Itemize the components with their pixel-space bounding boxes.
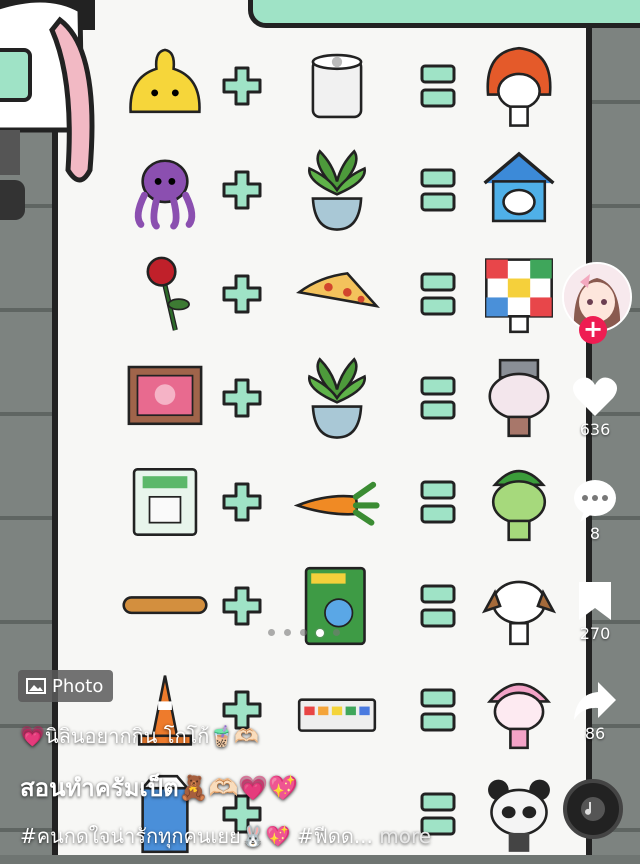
result-character xyxy=(474,660,564,760)
result-character xyxy=(474,244,564,344)
checkered-box-character-art xyxy=(485,258,553,334)
equals-icon xyxy=(420,270,456,318)
recipe-row xyxy=(120,348,560,448)
panda-character-art xyxy=(488,779,550,852)
carrot-art xyxy=(294,481,380,526)
bookmark-button[interactable]: 270 xyxy=(560,580,630,643)
music-disc[interactable] xyxy=(563,779,623,839)
tofu-pack-art xyxy=(132,468,198,536)
ingredient-b xyxy=(292,452,382,552)
plus-icon xyxy=(222,170,262,210)
pizza-slice-art xyxy=(296,271,380,308)
recipe-row xyxy=(120,556,560,656)
photo-badge-label: Photo xyxy=(52,675,104,697)
caption-title: สอนทำครัมเป็ต🧸🫶🏻💗💖 xyxy=(20,774,299,802)
ingredient-b xyxy=(292,348,382,448)
result-character xyxy=(474,452,564,552)
ingredient-a xyxy=(120,348,210,448)
bookmark-icon xyxy=(579,582,611,620)
more-link[interactable]: more xyxy=(379,824,431,848)
recipe-row xyxy=(120,244,560,344)
share-count: 86 xyxy=(584,724,606,743)
baguette-art xyxy=(122,596,208,615)
purple-octopus-art xyxy=(134,159,196,230)
title-banner-art xyxy=(248,0,640,28)
result-character xyxy=(474,556,564,656)
carousel-dot xyxy=(284,629,291,636)
plus-icon xyxy=(222,66,262,106)
ingredient-b xyxy=(292,660,382,760)
heart-icon xyxy=(572,377,618,416)
hashtags-text[interactable]: #คนกดใจน่ารักทุกคนเยย🐰💖 #ฟีดด... xyxy=(20,824,373,848)
ingredient-a xyxy=(120,140,210,240)
plus-icon xyxy=(222,482,262,522)
ingredient-a xyxy=(120,244,210,344)
ingredient-b xyxy=(292,244,382,344)
recipe-row xyxy=(120,452,560,552)
carousel-dot xyxy=(268,629,275,636)
equals-icon xyxy=(420,478,456,526)
carousel-indicator xyxy=(268,629,340,637)
equals-icon xyxy=(420,374,456,422)
follow-button[interactable]: + xyxy=(579,316,607,344)
image-icon xyxy=(26,678,46,694)
toilet-paper-art xyxy=(311,53,363,119)
pot-hat-character-art xyxy=(488,358,550,438)
orange-hood-character-art xyxy=(486,46,552,127)
carousel-dot xyxy=(300,629,307,636)
ingredient-a xyxy=(120,556,210,656)
ingredient-b xyxy=(292,140,382,240)
sprinkle-hat-character-art xyxy=(486,683,552,750)
photo-badge: Photo xyxy=(18,670,114,702)
potted-plant-art xyxy=(308,357,366,439)
like-button[interactable]: 636 xyxy=(560,376,630,439)
share-icon xyxy=(574,682,616,720)
caption-line-1: 💗นิลินอยากกิน โกโก้🧋🫶🏻 xyxy=(20,724,260,748)
equals-icon xyxy=(420,686,456,734)
comment-count: 8 xyxy=(589,524,601,543)
dog-ear-character-art xyxy=(481,580,557,646)
potted-plant-art xyxy=(308,149,366,231)
comment-button[interactable]: 8 xyxy=(560,478,630,543)
plus-icon xyxy=(222,274,262,314)
equals-icon xyxy=(420,166,456,214)
music-note-icon xyxy=(581,797,605,821)
green-leaf-character-art xyxy=(491,469,547,542)
yellow-blob-art xyxy=(129,48,201,114)
equals-icon xyxy=(420,582,456,630)
plus-icon xyxy=(222,378,262,418)
bookmark-count: 270 xyxy=(579,624,611,643)
result-character xyxy=(474,764,564,864)
comment-icon xyxy=(574,480,616,522)
ingredient-b xyxy=(292,556,382,656)
red-rose-art xyxy=(146,256,190,331)
recipe-row xyxy=(120,36,560,136)
girl-character-art xyxy=(0,0,95,220)
result-character xyxy=(474,36,564,136)
blue-house-character-art xyxy=(483,151,555,223)
equals-icon xyxy=(420,62,456,110)
ingredient-a xyxy=(120,36,210,136)
like-count: 636 xyxy=(579,420,611,439)
result-character xyxy=(474,348,564,448)
recipe-row xyxy=(120,140,560,240)
share-button[interactable]: 86 xyxy=(560,680,630,743)
caption-hashtags[interactable]: #คนกดใจน่ารักทุกคนเยย🐰💖 #ฟีดด... more xyxy=(20,820,431,852)
carousel-dot xyxy=(316,629,324,637)
carousel-dot xyxy=(333,629,340,636)
ingredient-b xyxy=(292,36,382,136)
paint-palette-art xyxy=(297,698,377,732)
ingredient-a xyxy=(120,452,210,552)
picture-frame-art xyxy=(127,365,203,426)
result-character xyxy=(474,140,564,240)
plus-icon xyxy=(222,586,262,626)
